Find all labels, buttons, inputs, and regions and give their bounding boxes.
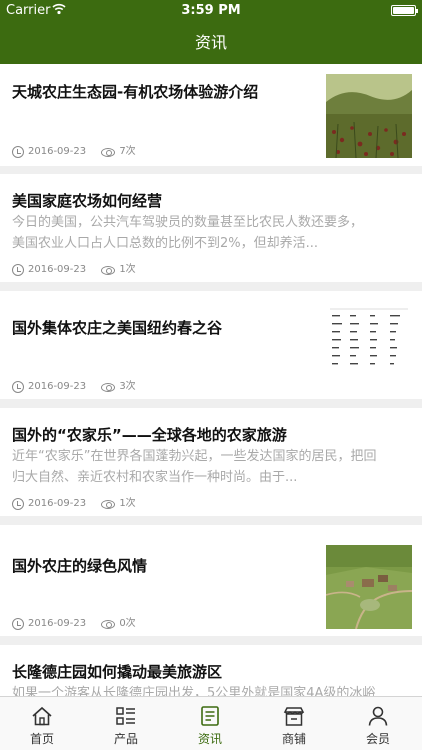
summary-line: 归大自然、亲近农村和农家当作一种时尚。由于... [12, 470, 298, 485]
clock-icon [12, 146, 24, 158]
article-item[interactable]: 国外农庄的绿色风情 2016-09-23 0次 [0, 525, 422, 636]
article-date: 2016-09-23 [28, 498, 87, 509]
shop-icon [283, 707, 305, 726]
eye-icon [101, 619, 116, 629]
clock-time: 3:59 PM [181, 3, 241, 18]
summary-line: 今日的美国，公共汽车驾驶员的数量甚至比农民人数还要多， [12, 215, 364, 230]
article-thumbnail [326, 74, 412, 158]
tab-label: 首页 [29, 732, 54, 746]
tab-products[interactable]: 产品 [84, 697, 168, 750]
user-icon [368, 706, 388, 726]
article-summary: 近年“农家乐”在世界各国蓬勃兴起，一些发达国家的居民，把回 归大自然、亲近农村和… [12, 446, 412, 488]
eye-icon [101, 265, 116, 275]
article-item[interactable]: 国外的“农家乐”——全球各地的农家旅游 近年“农家乐”在世界各国蓬勃兴起，一些发… [0, 408, 422, 516]
tab-label: 会员 [365, 732, 390, 746]
article-title: 国外农庄的绿色风情 [12, 557, 148, 575]
summary-line: 如果一个游客从长隆德庄园出发，5公里外就是国家4A级的冰峪 [12, 686, 376, 696]
nav-bar: 资讯 [0, 22, 422, 64]
clock-icon [12, 381, 24, 393]
article-meta: 2016-09-23 1次 [12, 263, 136, 277]
clock-icon [12, 498, 24, 510]
summary-line: 美国农业人口占人口总数的比例不到2%，但却养活... [12, 236, 319, 251]
article-meta: 2016-09-23 7次 [12, 145, 136, 159]
article-date: 2016-09-23 [28, 381, 87, 392]
eye-icon [101, 147, 116, 157]
article-views: 3次 [119, 381, 136, 392]
tab-member[interactable]: 会员 [336, 697, 420, 750]
article-views: 7次 [119, 146, 136, 157]
tab-label: 产品 [113, 732, 138, 746]
list-icon [116, 707, 135, 725]
article-views: 0次 [119, 618, 136, 629]
tab-label: 商铺 [281, 732, 306, 746]
article-item[interactable]: 国外集体农庄之美国纽约春之谷 2016-09-23 3次 [0, 291, 422, 399]
article-summary: 如果一个游客从长隆德庄园出发，5公里外就是国家4A级的冰峪 [12, 683, 412, 696]
status-bar: Carrier 3:59 PM [0, 0, 422, 22]
article-date: 2016-09-23 [28, 146, 87, 157]
article-thumbnail [326, 303, 412, 387]
article-date: 2016-09-23 [28, 618, 87, 629]
article-meta: 2016-09-23 0次 [12, 617, 136, 631]
tab-news[interactable]: 资讯 [168, 697, 252, 750]
article-date: 2016-09-23 [28, 264, 87, 275]
article-title: 长隆德庄园如何撬动最美旅游区 [12, 663, 223, 681]
tab-shop[interactable]: 商铺 [252, 697, 336, 750]
article-meta: 2016-09-23 3次 [12, 380, 136, 394]
page-title: 资讯 [194, 33, 227, 52]
article-item[interactable]: 美国家庭农场如何经营 今日的美国，公共汽车驾驶员的数量甚至比农民人数还要多， 美… [0, 174, 422, 282]
article-item[interactable]: 天城农庄生态园-有机农场体验游介绍 2016-09-23 7次 [0, 64, 422, 166]
battery-icon [391, 5, 418, 16]
eye-icon [101, 382, 116, 392]
summary-line: 近年“农家乐”在世界各国蓬勃兴起，一些发达国家的居民，把回 [12, 449, 377, 464]
tab-label: 资讯 [197, 732, 222, 746]
article-summary: 今日的美国，公共汽车驾驶员的数量甚至比农民人数还要多， 美国农业人口占人口总数的… [12, 212, 412, 254]
article-title: 天城农庄生态园-有机农场体验游介绍 [12, 83, 259, 101]
article-views: 1次 [119, 498, 136, 509]
tab-bar: 首页 产品 资讯 商铺 会员 [0, 696, 422, 750]
article-thumbnail [326, 545, 412, 629]
article-meta: 2016-09-23 1次 [12, 497, 136, 511]
article-item[interactable]: 长隆德庄园如何撬动最美旅游区 如果一个游客从长隆德庄园出发，5公里外就是国家4A… [0, 645, 422, 696]
article-title: 美国家庭农场如何经营 [12, 192, 163, 210]
article-list[interactable]: 天城农庄生态园-有机农场体验游介绍 2016-09-23 7次 美国家庭农场如何… [0, 64, 422, 696]
article-title: 国外的“农家乐”——全球各地的农家旅游 [12, 426, 287, 444]
home-icon [32, 706, 52, 726]
clock-icon [12, 618, 24, 630]
tab-home[interactable]: 首页 [0, 697, 84, 750]
eye-icon [101, 499, 116, 509]
clock-icon [12, 264, 24, 276]
article-views: 1次 [119, 264, 136, 275]
news-icon [201, 706, 219, 726]
article-title: 国外集体农庄之美国纽约春之谷 [12, 319, 223, 337]
